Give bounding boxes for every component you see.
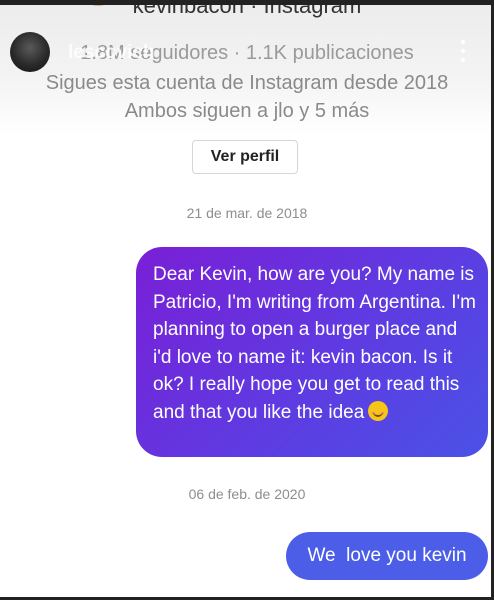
smiling-face-icon [368, 400, 389, 421]
account-title: kevinbacon · Instagram [132, 4, 362, 18]
username[interactable]: lescovich [68, 42, 155, 64]
message-bubble[interactable]: We love you kevin [286, 532, 488, 580]
message-bubble[interactable]: Dear Kevin, how are you? My name is Patr… [136, 247, 488, 457]
following-since: Sigues esta cuenta de Instagram desde 20… [45, 72, 449, 94]
view-profile-button[interactable]: Ver perfil [192, 140, 298, 174]
message-text: Dear Kevin, how are you? My name is Patr… [153, 264, 476, 423]
message-date: 21 de mar. de 2018 [186, 205, 308, 221]
message-text: We love you kevin [307, 545, 467, 566]
avatar[interactable] [10, 32, 50, 72]
message-date: 06 de feb. de 2020 [188, 486, 306, 502]
mutual-followers: Ambos siguen a jlo y 5 más [124, 100, 370, 122]
more-options-icon[interactable] [458, 40, 468, 62]
